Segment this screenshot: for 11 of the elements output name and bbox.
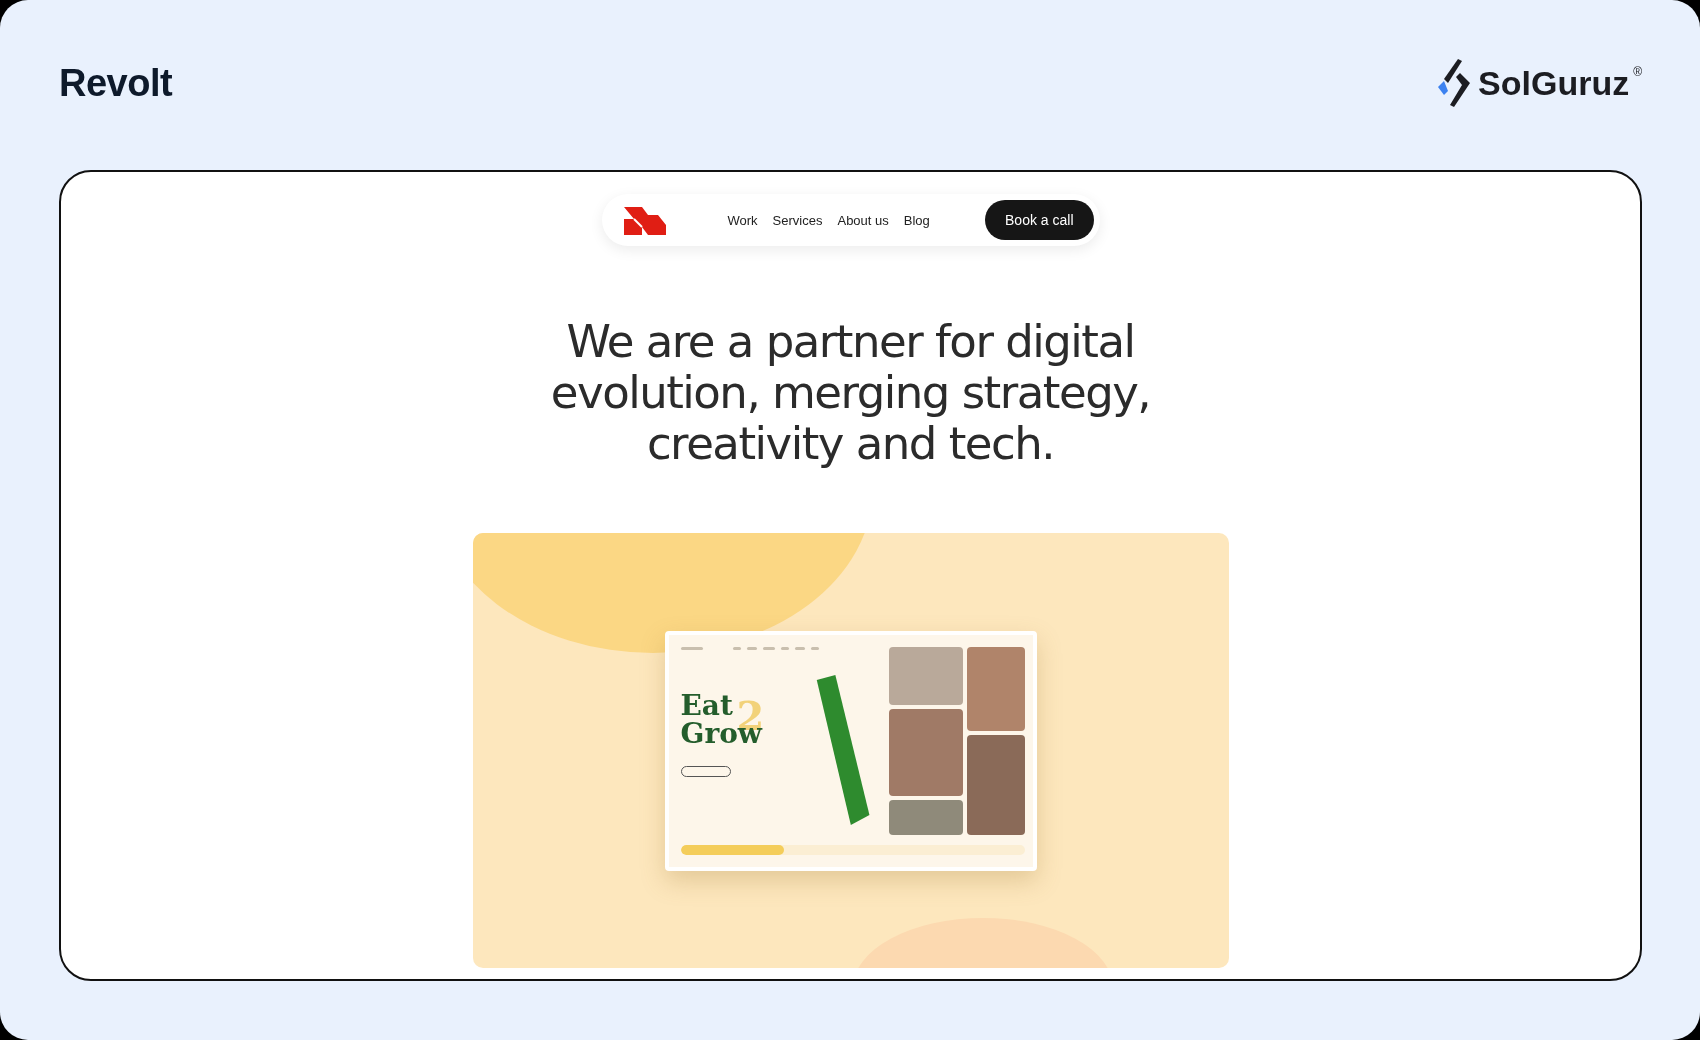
headline: We are a partner for digital evolution, merging strategy, creativity and tech.: [550, 316, 1151, 469]
nav-link[interactable]: Work: [727, 212, 758, 228]
registered-mark: ®: [1633, 65, 1642, 79]
nav-link[interactable]: Blog: [903, 212, 930, 228]
page-title: Revolt: [59, 61, 173, 105]
site-logo-icon[interactable]: [623, 205, 666, 235]
brand-name: SolGuruz: [1478, 63, 1630, 103]
nav-link[interactable]: About us: [837, 212, 889, 228]
book-call-button[interactable]: Book a call: [985, 200, 1094, 240]
hero-word: Eat: [680, 691, 733, 720]
nav-link[interactable]: Services: [772, 212, 823, 228]
